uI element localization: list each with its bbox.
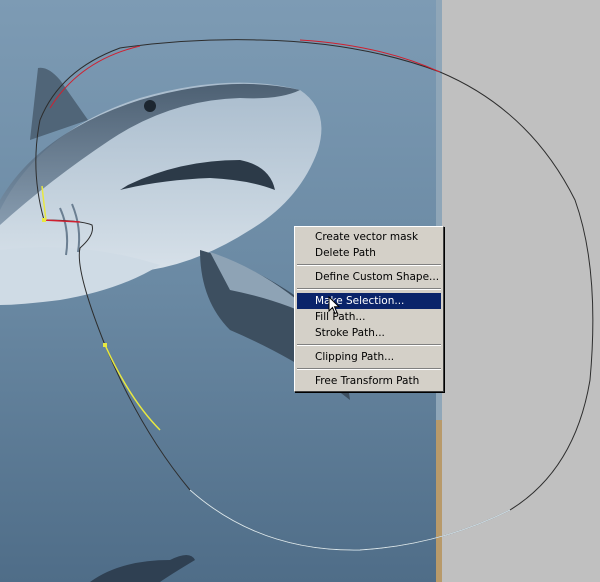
menu-item-fill-path[interactable]: Fill Path...: [297, 309, 441, 325]
menu-item-delete-path[interactable]: Delete Path: [297, 245, 441, 261]
menu-item-clipping-path[interactable]: Clipping Path...: [297, 349, 441, 365]
menu-item-define-custom-shape[interactable]: Define Custom Shape...: [297, 269, 441, 285]
menu-separator: [297, 368, 441, 370]
menu-separator: [297, 264, 441, 266]
menu-separator: [297, 344, 441, 346]
anchor-point[interactable]: [42, 218, 46, 222]
menu-item-free-transform-path[interactable]: Free Transform Path: [297, 373, 441, 389]
menu-item-make-selection[interactable]: Make Selection...: [297, 293, 441, 309]
menu-separator: [297, 288, 441, 290]
path-context-menu: Create vector mask Delete Path Define Cu…: [294, 226, 444, 392]
arrow-pointer-icon: [328, 296, 341, 315]
menu-item-stroke-path[interactable]: Stroke Path...: [297, 325, 441, 341]
anchor-point[interactable]: [103, 343, 107, 347]
document-canvas[interactable]: Create vector mask Delete Path Define Cu…: [0, 0, 600, 582]
menu-item-create-vector-mask[interactable]: Create vector mask: [297, 229, 441, 245]
